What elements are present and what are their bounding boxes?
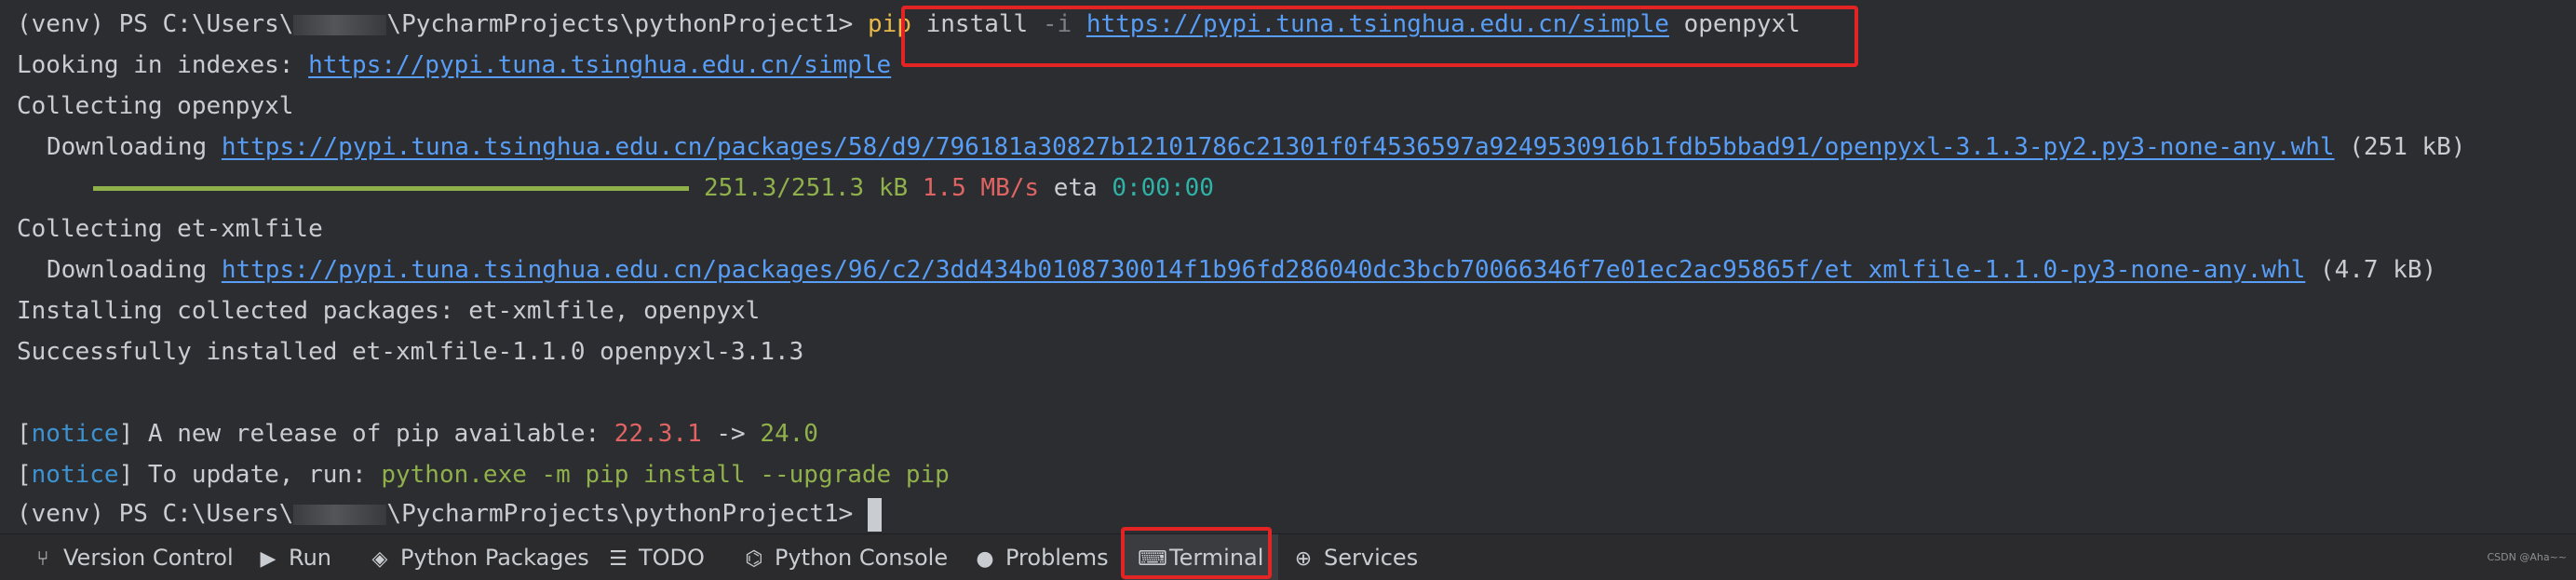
tab-version-control[interactable]: ⑂ Version Control <box>32 534 234 580</box>
new-version: 24.0 <box>760 420 818 448</box>
terminal-line-success: Successfully installed et-xmlfile-1.1.0 … <box>17 338 804 366</box>
notice-text: A new release of pip available: <box>133 420 614 448</box>
tab-label: Services <box>1324 545 1419 571</box>
text-cursor <box>867 497 882 532</box>
layers-icon: ◈ <box>371 547 388 571</box>
branch-icon: ⑂ <box>36 547 49 571</box>
download-size: (251 kB) <box>2334 133 2466 161</box>
services-icon: ⊕ <box>1294 547 1313 571</box>
tab-problems[interactable]: ● Problems <box>974 534 1109 580</box>
version-arrow: -> <box>701 420 761 448</box>
bracket-close: ] <box>118 461 134 489</box>
tab-label: Python Packages <box>400 545 589 571</box>
progress-bar <box>93 186 689 191</box>
bracket-open: [ <box>17 461 32 489</box>
upgrade-command: python.exe -m pip install --upgrade pip <box>381 461 950 489</box>
notice-text: To update, run: <box>133 461 382 489</box>
prompt-text: (venv) PS C:\Users\ <box>17 10 294 38</box>
download-size: (4.7 kB) <box>2305 256 2437 284</box>
terminal-line-installing: Installing collected packages: et-xmlfil… <box>17 297 761 325</box>
terminal-line-indexes: Looking in indexes: https://pypi.tuna.ts… <box>17 45 891 86</box>
warning-icon: ● <box>976 547 994 571</box>
eta-label: eta <box>1053 174 1098 202</box>
python-icon: ⌬ <box>745 547 763 571</box>
notice-tag: notice <box>31 461 119 489</box>
prompt-path: \PycharmProjects\pythonProject1> <box>386 500 868 528</box>
prompt-text: (venv) PS C:\Users\ <box>17 500 294 528</box>
redacted-username <box>293 14 387 35</box>
terminal-line-progress: 251.3/251.3 kB 1.5 MB/s eta 0:00:00 <box>17 168 1214 209</box>
list-icon: ☰ <box>609 547 627 571</box>
openpyxl-download-link[interactable]: https://pypi.tuna.tsinghua.edu.cn/packag… <box>222 133 2335 161</box>
indexes-label: Looking in indexes: <box>17 51 309 79</box>
terminal-line-download-openpyxl: Downloading https://pypi.tuna.tsinghua.e… <box>17 127 2465 168</box>
redacted-username <box>293 504 387 525</box>
indexes-url-link[interactable]: https://pypi.tuna.tsinghua.edu.cn/simple <box>308 51 891 79</box>
tab-python-packages[interactable]: ◈ Python Packages <box>369 534 589 580</box>
terminal-line-collecting-etxmlfile: Collecting et-xmlfile <box>17 215 323 243</box>
bracket-open: [ <box>17 420 32 448</box>
tab-label: Version Control <box>63 545 234 571</box>
tab-label: Problems <box>1005 545 1109 571</box>
tab-run[interactable]: ▶ Run <box>257 534 332 580</box>
play-icon: ▶ <box>260 547 276 571</box>
etxmlfile-download-link[interactable]: https://pypi.tuna.tsinghua.edu.cn/packag… <box>222 256 2305 284</box>
tab-services[interactable]: ⊕ Services <box>1292 534 1418 580</box>
highlight-box-terminal-tab <box>1121 527 1272 579</box>
tab-todo[interactable]: ☰ TODO <box>607 534 705 580</box>
downloading-label: Downloading <box>47 256 222 284</box>
bracket-close: ] <box>118 420 134 448</box>
tab-label: Run <box>289 545 332 571</box>
prompt-path: \PycharmProjects\pythonProject1> <box>386 10 868 38</box>
progress-amount: 251.3/251.3 kB <box>704 174 909 202</box>
tab-python-console[interactable]: ⌬ Python Console <box>743 534 948 580</box>
terminal-line-notice-update: [notice] To update, run: python.exe -m p… <box>17 454 950 495</box>
tool-window-bar: ⑂ Version Control ▶ Run ◈ Python Packages ☰… <box>0 527 2576 580</box>
terminal-line-collecting-openpyxl: Collecting openpyxl <box>17 92 294 120</box>
downloading-label: Downloading <box>47 133 222 161</box>
highlight-box-command <box>901 6 1858 67</box>
notice-tag: notice <box>31 420 119 448</box>
terminal-line-prompt[interactable]: (venv) PS C:\Users\ \PycharmProjects\pyth… <box>17 493 882 533</box>
old-version: 22.3.1 <box>614 420 702 448</box>
progress-speed: 1.5 MB/s <box>922 174 1040 202</box>
tab-label: TODO <box>639 545 705 571</box>
terminal-line-download-etxmlfile: Downloading https://pypi.tuna.tsinghua.e… <box>17 250 2436 290</box>
terminal-panel[interactable]: (venv) PS C:\Users\ \PycharmProjects\pyth… <box>0 0 2576 533</box>
eta-value: 0:00:00 <box>1112 174 1214 202</box>
watermark: CSDN @Aha~~ <box>2487 551 2567 563</box>
terminal-line-notice-release: [notice] A new release of pip available:… <box>17 413 818 454</box>
tab-label: Python Console <box>775 545 949 571</box>
